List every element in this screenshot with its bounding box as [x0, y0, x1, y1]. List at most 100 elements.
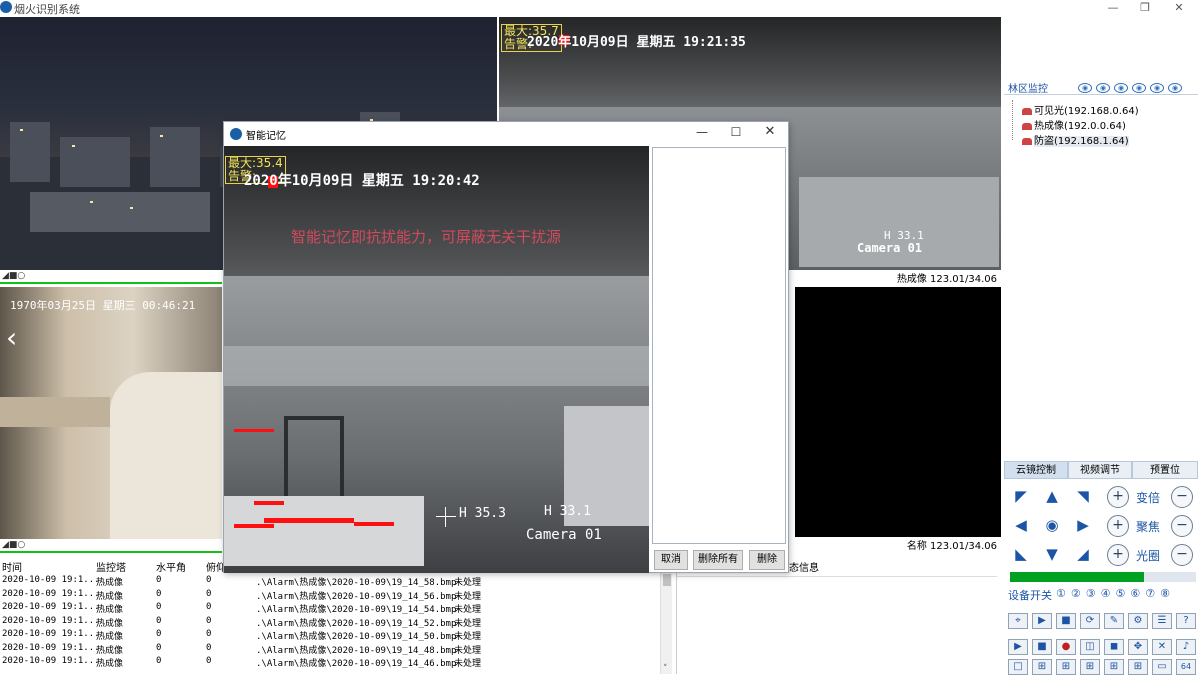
tool-snapshot-icon[interactable]: ◫ — [1080, 639, 1100, 655]
col-tower[interactable]: 监控塔 — [96, 559, 126, 574]
table-row[interactable]: 2020-10-09 19:1... 热成像 0 0 .\Alarm\热成像\2020-… — [0, 629, 660, 642]
table-row[interactable]: 2020-10-09 19:1... 热成像 0 0 .\Alarm\热成像\2020-… — [0, 616, 660, 629]
col-horizontal[interactable]: 水平角 — [156, 559, 186, 574]
cam-del-icon[interactable]: ◉ — [1114, 83, 1128, 93]
tree-tool-icons[interactable]: ◉ ◉ ◉ ◉ ◉ ◉ — [1074, 80, 1182, 93]
dialog-thermal-video[interactable]: 最大:35.4 告警: 2020年10月09日 星期五 19:20:42 智能记忆… — [224, 146, 649, 573]
device-visible[interactable]: 可见光(192.168.0.64) — [1022, 102, 1139, 117]
minimize-icon[interactable]: — — [1098, 0, 1128, 17]
tool-network-icon[interactable]: ⚙ — [1128, 613, 1148, 629]
ptz-up-icon[interactable]: ▲ — [1039, 484, 1065, 508]
restore-icon[interactable]: ❐ — [1130, 0, 1160, 17]
cam-setting-icon[interactable]: ◉ — [1150, 83, 1164, 93]
ptz-down-left-icon[interactable]: ◣ — [1008, 542, 1034, 566]
layout-9-icon[interactable]: ⊞ — [1104, 659, 1124, 675]
tool-preset-icon[interactable]: ⌖ — [1008, 613, 1028, 629]
layout-16-icon[interactable]: ⊞ — [1128, 659, 1148, 675]
device-switch-4[interactable]: ④ — [1101, 587, 1111, 600]
col-time[interactable]: 时间 — [2, 559, 22, 574]
device-thermal[interactable]: 热成像(192.0.0.64) — [1022, 117, 1126, 132]
layout-full-icon[interactable]: ▭ — [1152, 659, 1172, 675]
layout-6-icon[interactable]: ⊞ — [1056, 659, 1076, 675]
tool-camera-icon[interactable]: ◼ — [1104, 639, 1124, 655]
pane-control-icon[interactable]: ◢■○ — [2, 271, 25, 281]
ptz-center-icon[interactable]: ◉ — [1039, 513, 1065, 537]
ptz-right-icon[interactable]: ▶ — [1070, 513, 1096, 537]
cell-file: .\Alarm\热成像\2020-10-09\19_14_52.bmp — [256, 618, 457, 629]
video-pane-room[interactable]: 1970年03月25日 星期三 00:46:21 ‹ — [0, 287, 222, 539]
cam-close-icon[interactable]: ◉ — [1168, 83, 1182, 93]
osd-datetime: 2020年10月09日 星期五 19:21:35 — [527, 35, 746, 50]
ptz-down-icon[interactable]: ▼ — [1039, 542, 1065, 566]
zoom-in-button[interactable]: + — [1107, 486, 1129, 508]
table-row[interactable]: 2020-10-09 19:1... 热成像 0 0 .\Alarm\热成像\2020-… — [0, 589, 660, 602]
maximize-icon[interactable]: ☐ — [726, 125, 746, 139]
tab-video-adjust[interactable]: 视频调节 — [1068, 461, 1132, 479]
layout-4-icon[interactable]: ⊞ — [1032, 659, 1052, 675]
osd-datetime: 2020年10月09日 星期五 19:20:42 — [244, 173, 480, 189]
close-icon[interactable]: ✕ — [760, 124, 780, 139]
layout-8-icon[interactable]: ⊞ — [1080, 659, 1100, 675]
iris-close-button[interactable]: − — [1171, 544, 1193, 566]
cam-refresh-icon[interactable]: ◉ — [1132, 83, 1146, 93]
device-security[interactable]: 防盗(192.168.1.64) — [1022, 132, 1129, 147]
tool-stop-icon[interactable]: ■ — [1056, 613, 1076, 629]
tool-record-play-icon[interactable]: ▶ — [1008, 639, 1028, 655]
device-switch-6[interactable]: ⑥ — [1130, 587, 1140, 600]
table-row[interactable]: 2020-10-09 19:1... 热成像 0 0 .\Alarm\热成像\2020-… — [0, 575, 660, 588]
cam-add-icon[interactable]: ◉ — [1078, 83, 1092, 93]
layout-64-icon[interactable]: 64 — [1176, 659, 1196, 675]
ptz-up-right-icon[interactable]: ◥ — [1070, 484, 1096, 508]
tool-wrench-icon[interactable]: ✎ — [1104, 613, 1124, 629]
close-icon[interactable]: ✕ — [1164, 0, 1194, 17]
tool-audio-icon[interactable]: ♪ — [1176, 639, 1196, 655]
tool-record-stop-icon[interactable]: ■ — [1032, 639, 1052, 655]
tool-help-icon[interactable]: ? — [1176, 613, 1196, 629]
cell-h: 0 — [156, 615, 162, 626]
layout-1-icon[interactable]: □ — [1008, 659, 1028, 675]
cell-h: 0 — [156, 656, 162, 666]
cell-h: 0 — [156, 588, 162, 599]
tool-log-icon[interactable]: ☰ — [1152, 613, 1172, 629]
delete-all-button[interactable]: 删除所有 — [693, 550, 743, 570]
ptz-down-right-icon[interactable]: ◢ — [1070, 542, 1096, 566]
ptz-up-left-icon[interactable]: ◤ — [1008, 484, 1034, 508]
tool-cycle-icon[interactable]: ⟳ — [1080, 613, 1100, 629]
tool-close-icon[interactable]: ✕ — [1152, 639, 1172, 655]
table-row[interactable]: 2020-10-09 19:1... 热成像 0 0 .\Alarm\热成像\2020-… — [0, 656, 660, 669]
device-switch-8[interactable]: ⑧ — [1160, 587, 1170, 600]
ptz-left-icon[interactable]: ◀ — [1008, 513, 1034, 537]
osd-datetime: 1970年03月25日 星期三 00:46:21 — [10, 299, 196, 312]
device-switch-2[interactable]: ② — [1071, 587, 1081, 600]
cell-status: 未处理 — [454, 632, 482, 642]
device-switch-3[interactable]: ③ — [1086, 587, 1096, 600]
device-switch-1[interactable]: ① — [1056, 587, 1066, 600]
focus-in-button[interactable]: + — [1107, 515, 1129, 537]
table-row[interactable]: 2020-10-09 19:1... 热成像 0 0 .\Alarm\热成像\2020-… — [0, 602, 660, 615]
tool-move-icon[interactable]: ✥ — [1128, 639, 1148, 655]
tool-record-icon[interactable]: ● — [1056, 639, 1076, 655]
table-row[interactable]: 2020-10-09 19:1... 热成像 0 0 .\Alarm\热成像\2020-… — [0, 643, 660, 656]
cell-v: 0 — [206, 629, 212, 639]
cam-edit-icon[interactable]: ◉ — [1096, 83, 1110, 93]
prev-arrow-icon[interactable]: ‹ — [6, 321, 17, 354]
table-scrollbar[interactable]: ˅ — [660, 570, 672, 674]
focus-out-button[interactable]: − — [1171, 515, 1193, 537]
minimize-icon[interactable]: — — [692, 125, 712, 139]
pane-control-icon[interactable]: ◢■○ — [2, 540, 25, 550]
cell-time: 2020-10-09 19:1... — [2, 588, 100, 599]
cancel-button[interactable]: 取消 — [654, 550, 688, 570]
video-pane-empty[interactable] — [795, 287, 1001, 537]
device-switch-7[interactable]: ⑦ — [1145, 587, 1155, 600]
cell-file: .\Alarm\热成像\2020-10-09\19_14_56.bmp — [256, 591, 457, 602]
tab-preset[interactable]: 预置位 — [1132, 461, 1198, 479]
iris-open-button[interactable]: + — [1107, 544, 1129, 566]
device-switch-5[interactable]: ⑤ — [1116, 587, 1126, 600]
memory-list[interactable] — [652, 147, 786, 544]
zoom-out-button[interactable]: − — [1171, 486, 1193, 508]
delete-button[interactable]: 删除 — [749, 550, 785, 570]
speed-slider[interactable] — [1010, 572, 1196, 582]
device-switch-row[interactable]: ①②③④⑤⑥⑦⑧ — [1056, 587, 1175, 600]
tool-play-icon[interactable]: ▶ — [1032, 613, 1052, 629]
tab-ptz[interactable]: 云镜控制 — [1004, 461, 1068, 479]
